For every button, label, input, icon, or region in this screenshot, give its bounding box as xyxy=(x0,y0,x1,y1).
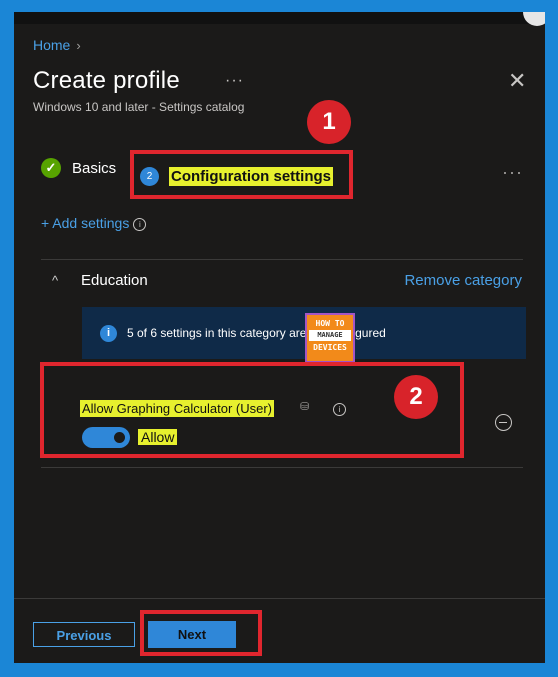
top-band xyxy=(14,12,545,24)
breadcrumb-home-link[interactable]: Home xyxy=(33,37,70,53)
remove-category-link[interactable]: Remove category xyxy=(404,272,522,289)
breadcrumb: Home › xyxy=(33,37,81,53)
title-more-button[interactable]: ··· xyxy=(225,72,244,90)
annotation-badge-2: 2 xyxy=(394,375,438,419)
watermark-logo: HOW TO MANAGE DEVICES xyxy=(305,313,355,363)
add-settings-link[interactable]: + Add settings i xyxy=(41,215,147,231)
logo-line-1: HOW TO xyxy=(315,319,345,328)
logo-line-3: DEVICES xyxy=(313,343,347,352)
page-subtitle: Windows 10 and later - Settings catalog xyxy=(33,100,245,114)
remove-setting-icon[interactable] xyxy=(495,414,512,431)
footer-divider xyxy=(14,598,545,599)
annotation-box-next xyxy=(140,610,262,656)
category-header: ^ Education Remove category xyxy=(52,272,522,294)
page-title: Create profile xyxy=(33,67,180,94)
collapse-chevron-icon[interactable]: ^ xyxy=(52,273,58,288)
category-name: Education xyxy=(81,272,148,289)
info-icon: i xyxy=(100,325,117,342)
tabs-more-button[interactable]: ··· xyxy=(502,162,523,183)
checkmark-icon: ✓ xyxy=(41,158,61,178)
previous-button[interactable]: Previous xyxy=(33,622,135,647)
divider xyxy=(41,259,523,260)
add-settings-label: + Add settings xyxy=(41,215,130,231)
annotation-badge-1: 1 xyxy=(307,100,351,144)
close-icon[interactable]: ✕ xyxy=(508,70,526,92)
create-profile-pane: Home › Create profile ··· Windows 10 and … xyxy=(14,12,545,663)
info-message-bar: i 5 of 6 settings in this category are n… xyxy=(82,307,526,359)
divider xyxy=(41,467,523,468)
tab-basics[interactable]: ✓ Basics xyxy=(41,158,116,178)
logo-line-2: MANAGE xyxy=(309,330,351,341)
tab-basics-label: Basics xyxy=(72,159,117,177)
annotation-box-config-tab xyxy=(130,150,353,199)
info-icon[interactable]: i xyxy=(133,218,147,231)
breadcrumb-chevron-icon: › xyxy=(76,38,81,53)
